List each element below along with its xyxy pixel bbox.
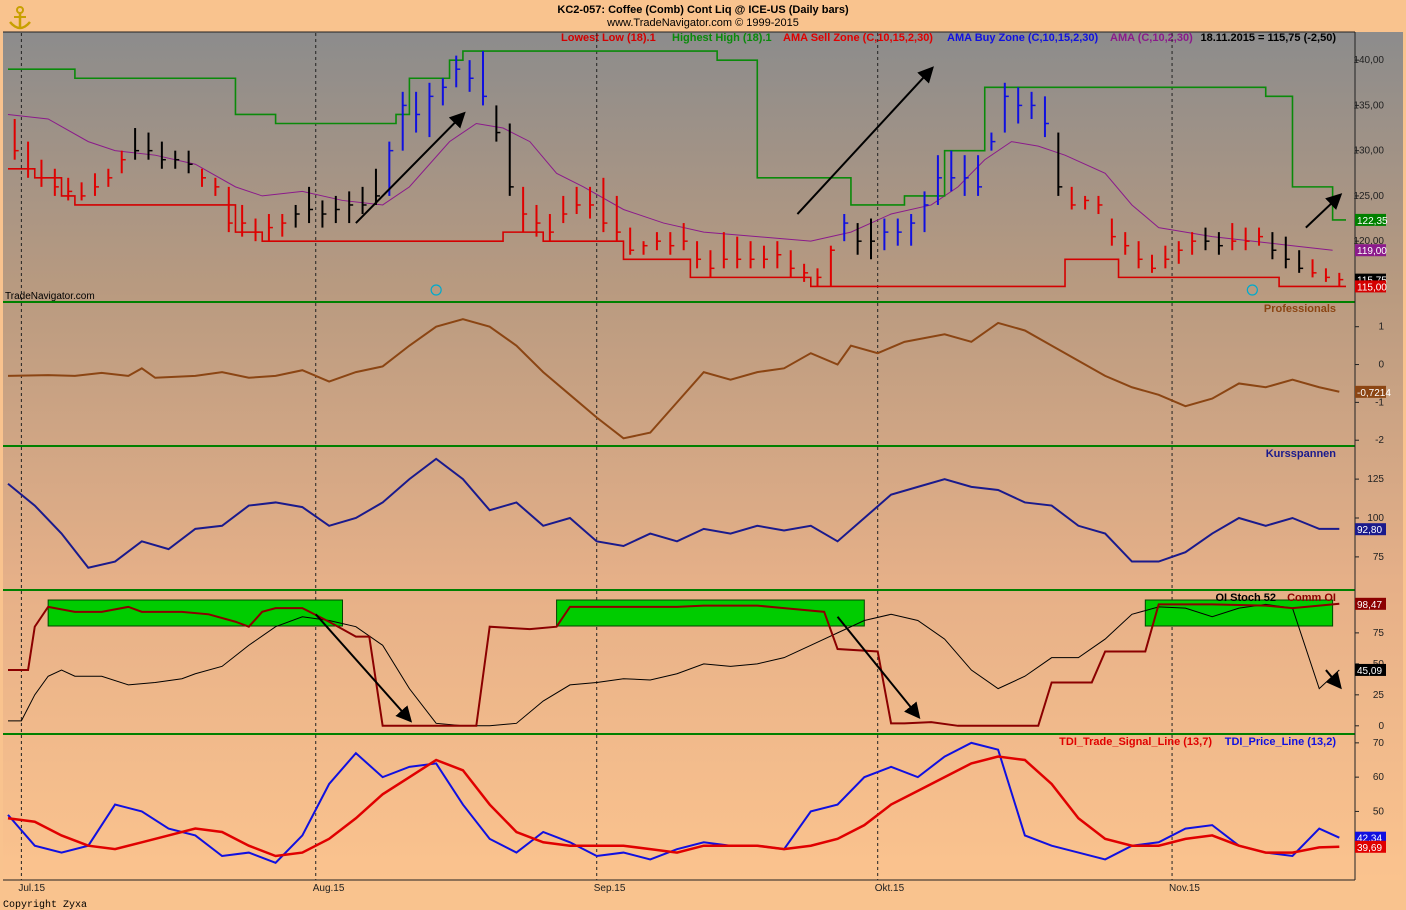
legend-entry: AMA Buy Zone (C,10,15,2,30) <box>947 32 1099 44</box>
legend-entry: AMA Sell Zone (C,10,15,2,30) <box>783 32 933 44</box>
legend-entry: Comm OI <box>1287 592 1336 604</box>
y-tick-label: 75 <box>1373 552 1385 563</box>
y-tick-label: 25 <box>1373 690 1385 701</box>
y-tick-label: 0 <box>1378 721 1384 732</box>
legend-entry: Highest High (18).1 <box>672 32 772 44</box>
y-tick-label: 130,00 <box>1353 146 1384 157</box>
x-tick-label: Sep.15 <box>594 883 626 894</box>
legend-entry: Lowest Low (18).1 <box>561 32 656 44</box>
value-tag-label: 98,47 <box>1357 600 1382 611</box>
y-tick-label: -2 <box>1375 435 1384 446</box>
legend-entry: OI Stoch 52 <box>1215 592 1276 604</box>
y-tick-label: -1 <box>1375 397 1384 408</box>
y-tick-label: 135,00 <box>1353 100 1384 111</box>
x-tick-label: Jul.15 <box>18 883 45 894</box>
value-tag-label: 45,09 <box>1357 666 1382 677</box>
legend-entry: TDI_Price_Line (13,2) <box>1225 736 1337 748</box>
panel-title: Kursspannen <box>1266 448 1337 460</box>
value-tag-label: 92,80 <box>1357 525 1382 536</box>
watermark: TradeNavigator.com <box>5 291 95 302</box>
chart-subtitle: www.TradeNavigator.com © 1999-2015 <box>606 17 799 29</box>
legend-entry: TDI_Trade_Signal_Line (13,7) <box>1059 736 1212 748</box>
y-tick-label: 140,00 <box>1353 55 1384 66</box>
x-tick-label: Aug.15 <box>313 883 345 894</box>
value-tag-label: -0,7214 <box>1357 388 1391 399</box>
chart-title: KC2-057: Coffee (Comb) Cont Liq @ ICE-US… <box>557 4 849 16</box>
value-tag-label: 115,00 <box>1357 282 1387 293</box>
legend-entry: AMA (C,10,2,30) <box>1110 32 1193 44</box>
y-tick-label: 60 <box>1373 772 1385 783</box>
axis-background <box>1355 32 1403 880</box>
y-tick-label: 0 <box>1378 360 1384 371</box>
y-tick-label: 75 <box>1373 628 1385 639</box>
chart-canvas: KC2-057: Coffee (Comb) Cont Liq @ ICE-US… <box>0 0 1406 910</box>
x-tick-label: Nov.15 <box>1169 883 1200 894</box>
value-tag-label: 39,69 <box>1357 843 1382 854</box>
y-tick-label: 50 <box>1373 806 1385 817</box>
x-tick-label: Okt.15 <box>875 883 905 894</box>
plot-background <box>3 32 1355 880</box>
value-tag-label: 119,00 <box>1357 246 1387 257</box>
panel-title: Professionals <box>1264 303 1336 315</box>
copyright: Copyright Zyxa <box>3 899 87 910</box>
y-tick-label: 1 <box>1378 322 1384 333</box>
y-tick-label: 100 <box>1367 513 1384 524</box>
zone-box <box>556 599 865 627</box>
y-tick-label: 125 <box>1367 474 1384 485</box>
y-tick-label: 125,00 <box>1353 191 1384 202</box>
chart-window: KC2-057: Coffee (Comb) Cont Liq @ ICE-US… <box>0 0 1406 910</box>
y-tick-label: 70 <box>1373 738 1385 749</box>
last-bar-readout: 18.11.2015 = 115,75 (-2,50) <box>1201 32 1337 44</box>
value-tag-label: 122,35 <box>1357 216 1388 227</box>
